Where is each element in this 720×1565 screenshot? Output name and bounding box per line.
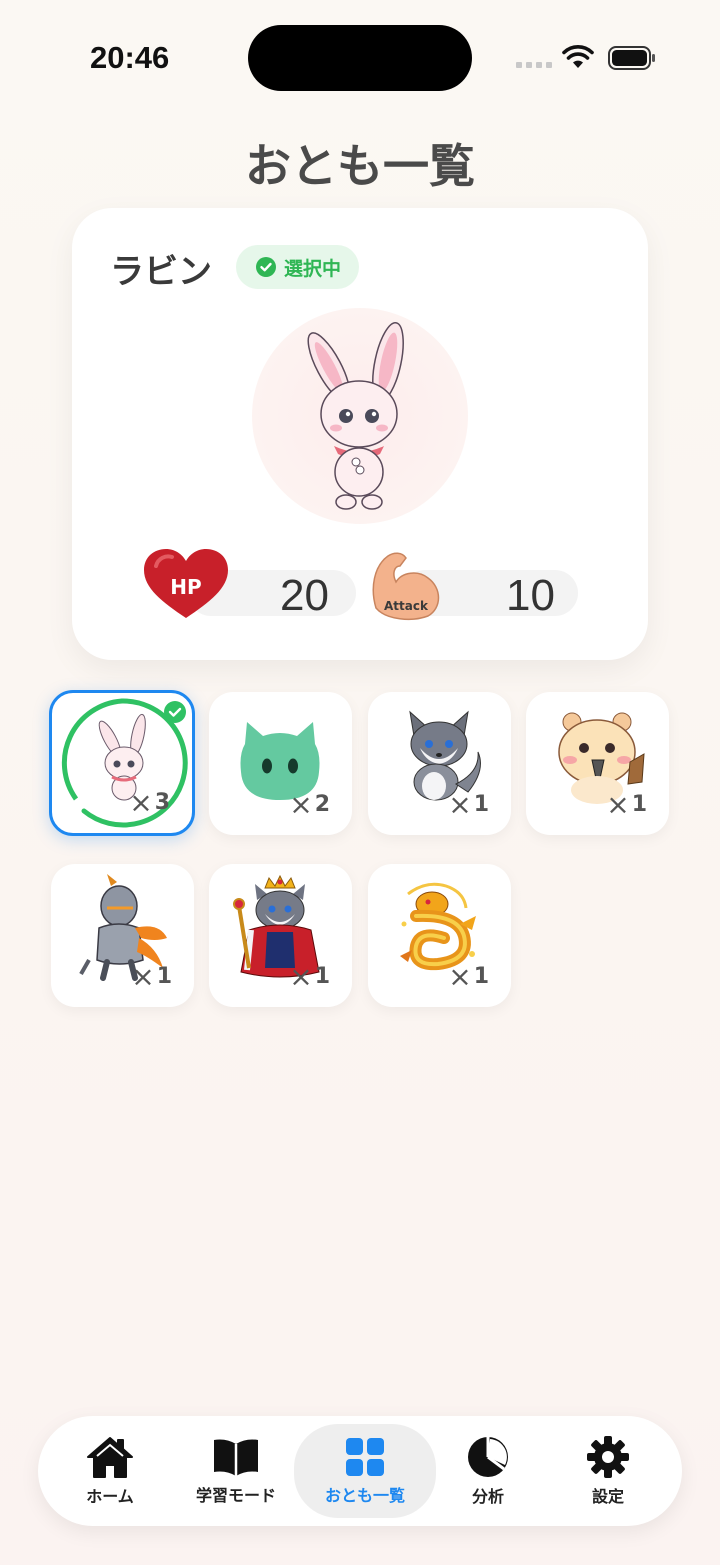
armored-knight-thumbnail (79, 874, 167, 981)
tab-label: 学習モード (195, 1486, 276, 1505)
tab-label: おとも一覧 (324, 1486, 405, 1505)
pet-count: × 2 (289, 788, 330, 821)
tab-label: ホーム (86, 1487, 134, 1506)
pet-count: × 3 (129, 786, 170, 819)
wolf-pup-thumbnail (409, 710, 481, 801)
pet-tile-king-cat[interactable]: × 1 (209, 864, 352, 1007)
pet-tile-hamster[interactable]: × 1 (526, 692, 669, 835)
pet-tile-golden-dragon[interactable]: × 1 (368, 864, 511, 1007)
pet-tile-armored-knight[interactable]: × 1 (51, 864, 194, 1007)
hp-icon-label: HP (170, 575, 201, 599)
pet-count: × 1 (606, 788, 647, 821)
pet-tile-bunny[interactable]: × 3 (49, 690, 195, 836)
home-icon (87, 1437, 133, 1478)
tab-analysis[interactable]: 分析 (452, 1416, 524, 1526)
tab-label: 分析 (471, 1487, 504, 1506)
flexed-arm-attack-icon: Attack (372, 552, 440, 621)
tab-pet-list[interactable]: おとも一覧 (294, 1424, 436, 1518)
tab-bar: ホーム 学習モード おとも一覧 分析 設定 (38, 1416, 682, 1526)
wifi-icon (562, 45, 594, 68)
grid-icon (346, 1438, 384, 1476)
gear-icon (587, 1436, 629, 1478)
selected-pet-card: ラビン 選択中 HP 20 Attack 10 (72, 208, 648, 660)
hp-value: 20 (280, 571, 329, 620)
tab-home[interactable]: ホーム (66, 1416, 154, 1526)
pet-count: × 1 (131, 960, 172, 993)
check-circle-icon (256, 257, 276, 277)
king-cat-thumbnail (233, 874, 320, 978)
pet-name: ラビン (110, 252, 212, 292)
pet-count: × 1 (448, 788, 489, 821)
tab-label: 設定 (591, 1487, 624, 1506)
pet-count: × 1 (448, 960, 489, 993)
attack-icon-label: Attack (384, 599, 429, 613)
bunny-portrait (307, 322, 404, 510)
selected-check-icon (164, 701, 186, 723)
battery-icon (608, 46, 655, 70)
attack-value: 10 (506, 571, 555, 620)
pet-tile-green-slime[interactable]: × 2 (209, 692, 352, 835)
pet-tile-wolf-pup[interactable]: × 1 (368, 692, 511, 835)
heart-hp-icon: HP (144, 549, 228, 618)
selected-badge: 選択中 (236, 245, 360, 289)
cellular-signal-icon (516, 62, 552, 68)
green-slime-thumbnail (240, 722, 320, 800)
golden-dragon-thumbnail (400, 882, 476, 971)
status-time: 20:46 (90, 40, 170, 75)
pie-chart-icon (468, 1437, 508, 1477)
hamster-thumbnail (558, 712, 645, 804)
selected-badge-label: 選択中 (284, 257, 342, 280)
tab-study-mode[interactable]: 学習モード (186, 1416, 286, 1526)
tab-settings[interactable]: 設定 (572, 1416, 644, 1526)
pet-count: × 1 (289, 960, 330, 993)
book-icon (214, 1439, 258, 1476)
dynamic-island (248, 25, 472, 91)
page-title: おとも一覧 (245, 139, 475, 193)
